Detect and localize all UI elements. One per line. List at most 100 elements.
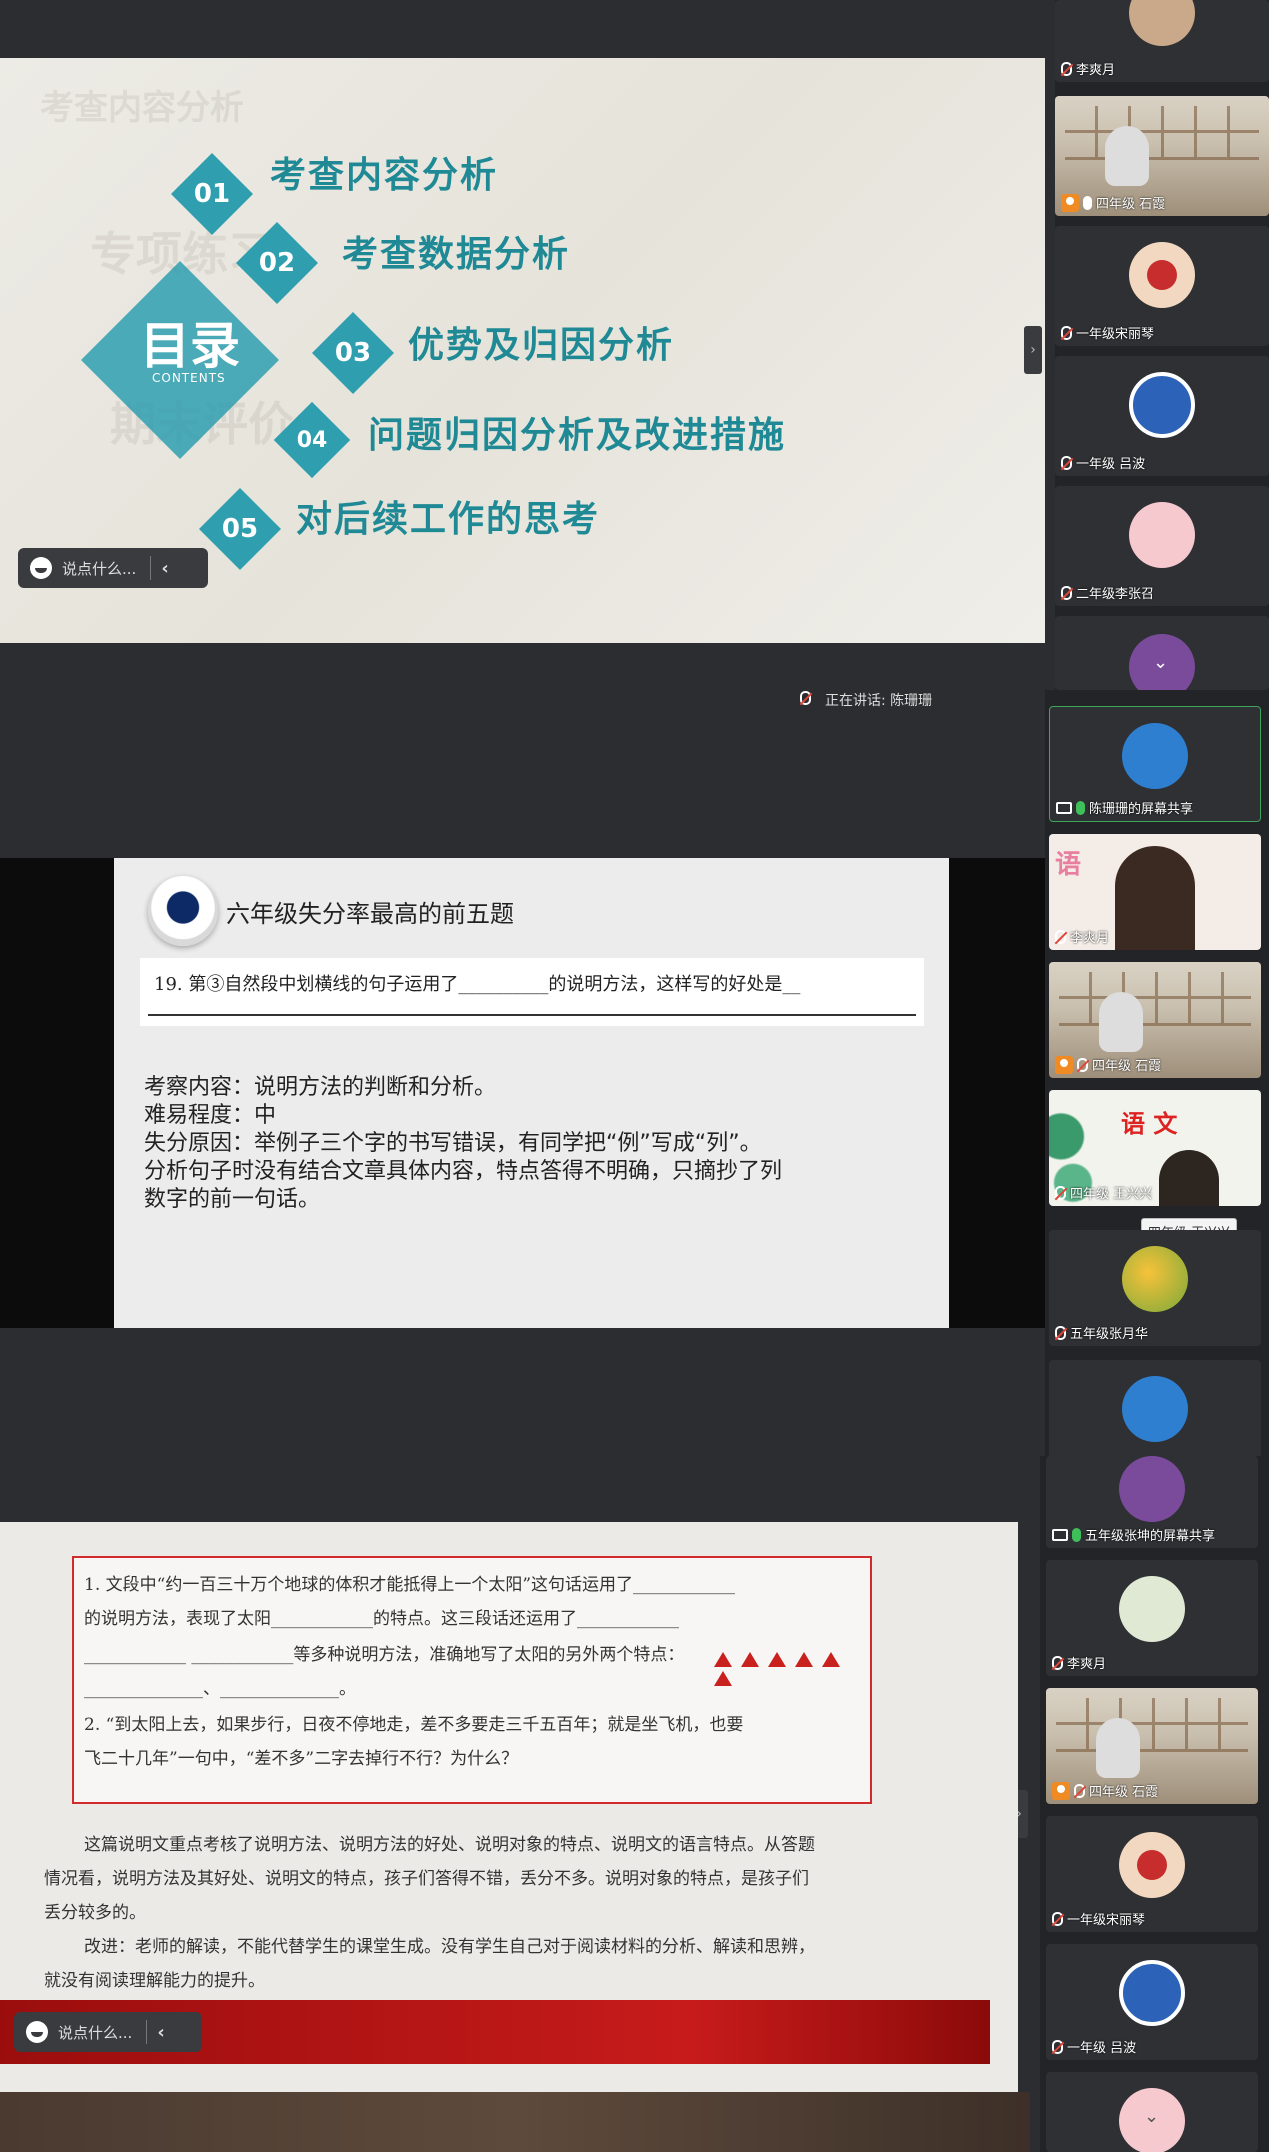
analysis-text: 考察内容：说明方法的判断和分析。 难易程度：中 失分原因：举例子三个字的书写错误…: [144, 1074, 924, 1214]
avatar: [1122, 723, 1188, 789]
decorative-circle-icon: [148, 876, 218, 946]
toc-item-3-diamond: 03: [311, 311, 395, 395]
person-silhouette: [1096, 1718, 1140, 1778]
participant-tile[interactable]: 一年级宋丽琴: [1055, 226, 1269, 346]
participant-name: 李爽月: [1067, 1657, 1107, 1672]
triangle-icon: [714, 1652, 732, 1667]
analysis-line: 数字的前一句话。: [144, 1187, 321, 1212]
participant-tile[interactable]: 四年级 石霞: [1046, 1688, 1258, 1804]
mic-muted-icon: [1077, 1057, 1088, 1072]
person-camera: [1159, 1150, 1219, 1206]
participant-tile-partial[interactable]: ⌄: [1055, 616, 1269, 690]
answer-line: [148, 1014, 916, 1016]
slide-title: 六年级失分率最高的前五题: [226, 900, 514, 928]
question-box: 1. 文段中“约一百三十万个地球的体积才能抵得上一个太阳”这句话运用了_____…: [72, 1556, 872, 1804]
emoji-icon[interactable]: [30, 557, 52, 579]
shared-slide-question: 六年级失分率最高的前五题 19. 第③自然段中划横线的句子运用了________…: [114, 858, 949, 1328]
mic-muted-icon: [1052, 1655, 1063, 1670]
avatar: [1119, 1832, 1185, 1898]
participant-tile[interactable]: 语 李爽月: [1049, 834, 1261, 950]
participant-tile[interactable]: 五年级张月华: [1049, 1230, 1261, 1346]
speaking-indicator: 正在讲话: 陈珊珊: [800, 690, 932, 710]
mic-muted-icon: [1061, 585, 1072, 600]
triangle-icon: [714, 1671, 732, 1686]
avatar: [1119, 1456, 1185, 1522]
mic-icon: [1076, 800, 1085, 815]
host-icon: [1055, 1055, 1073, 1074]
mic-muted-icon: [1055, 929, 1066, 944]
triangle-icon: [768, 1652, 786, 1667]
participant-tile-active[interactable]: 陈珊珊的屏幕共享: [1049, 706, 1261, 822]
chevron-left-icon[interactable]: ‹: [157, 2022, 164, 2043]
participant-tile[interactable]: [1049, 1360, 1261, 1470]
meeting-panel-1: 考查内容分析 专项练习 期末评价 目录 CONTENTS 01 考查内容分析 0…: [0, 0, 1045, 690]
participant-tile[interactable]: 李爽月: [1046, 1560, 1258, 1676]
toc-item-1-diamond: 01: [170, 152, 254, 236]
participant-tile[interactable]: 四年级 石霞: [1055, 96, 1269, 216]
chevron-left-icon[interactable]: ‹: [161, 558, 168, 579]
chat-input-bar[interactable]: 说点什么... ‹: [18, 548, 208, 588]
participant-tile-partial[interactable]: ⌄: [1046, 2072, 1258, 2152]
participant-name: 一年级宋丽琴: [1067, 1913, 1146, 1928]
chat-placeholder[interactable]: 说点什么...: [62, 558, 136, 579]
toc-item-3: 优势及归因分析: [408, 325, 675, 366]
person-camera: [1115, 846, 1195, 950]
participant-tile[interactable]: 一年级 吕波: [1055, 356, 1269, 476]
participant-tile-active[interactable]: 五年级张坤的屏幕共享: [1046, 1456, 1258, 1548]
triangle-icon: [822, 1652, 840, 1667]
participant-tile[interactable]: 李爽月: [1055, 0, 1269, 82]
toc-item-1: 考查内容分析: [270, 155, 499, 196]
question-text: 19. 第③自然段中划横线的句子运用了__________的说明方法，这样写的好…: [154, 974, 801, 995]
question-line: 2. “到太阳上去，如果步行，日夜不停地走，差不多要走三千五百年；就是坐飞机，也…: [84, 1715, 744, 1735]
triangle-icon: [741, 1652, 759, 1667]
emoji-icon[interactable]: [26, 2021, 48, 2043]
participant-tile[interactable]: 一年级 吕波: [1046, 1944, 1258, 2060]
participant-tile[interactable]: 语 文 四年级 王兴兴: [1049, 1090, 1261, 1206]
question-line: 飞二十几年”一句中，“差不多”二字去掉行不行？为什么？: [84, 1749, 519, 1769]
mic-muted-icon: [1074, 1783, 1085, 1798]
participant-name: 李爽月: [1076, 63, 1116, 78]
chevron-down-icon[interactable]: ⌄: [1153, 652, 1168, 673]
mic-muted-icon: [1061, 61, 1072, 76]
participant-tile[interactable]: 四年级 石霞: [1049, 962, 1261, 1078]
question-box: 19. 第③自然段中划横线的句子运用了__________的说明方法，这样写的好…: [140, 958, 924, 1026]
contents-title: 目录: [140, 316, 240, 375]
mic-muted-icon: [1061, 455, 1072, 470]
chat-input-bar[interactable]: 说点什么... ‹: [14, 2012, 202, 2052]
toc-item-2-diamond: 02: [235, 221, 319, 305]
screen-share-icon: [1056, 801, 1072, 814]
mic-muted-icon: [1061, 325, 1072, 340]
participant-name: 四年级 石霞: [1092, 1059, 1162, 1074]
avatar: [1119, 1960, 1185, 2026]
slide-black-right: [949, 858, 1045, 1328]
participant-name: 一年级 吕波: [1076, 457, 1146, 472]
analysis-line: 失分原因：举例子三个字的书写错误，有同学把“例”写成“列”。: [144, 1131, 762, 1156]
mic-muted-icon: [1055, 1185, 1066, 1200]
participant-name: 一年级宋丽琴: [1076, 327, 1155, 342]
toc-item-5: 对后续工作的思考: [296, 499, 601, 540]
speaking-label: 正在讲话: 陈珊珊: [825, 693, 933, 709]
avatar: [1129, 242, 1195, 308]
triangle-icon: [795, 1652, 813, 1667]
participant-tile[interactable]: 一年级宋丽琴: [1046, 1816, 1258, 1932]
participant-name: 四年级 石霞: [1089, 1785, 1159, 1800]
participant-sidebar-1: 李爽月 四年级 石霞 一年级宋丽琴 一年级 吕波 二年级李张召 ⌄: [1055, 0, 1269, 690]
collapse-sidebar-handle[interactable]: ›: [1024, 326, 1042, 374]
participant-name: 五年级张月华: [1070, 1327, 1149, 1342]
speaker-mic-icon: [800, 691, 811, 705]
divider: [146, 2020, 148, 2044]
analysis-paragraph: 改进：老师的解读，不能代替学生的课堂生成。没有学生自己对于阅读材料的分析、解读和…: [84, 1937, 815, 1957]
chevron-down-icon[interactable]: ⌄: [1144, 2106, 1159, 2127]
background-text: 语: [1055, 850, 1082, 880]
participant-tile[interactable]: 二年级李张召: [1055, 486, 1269, 606]
background-text: 语 文: [1121, 1109, 1178, 1138]
question-line: ______________、______________。: [84, 1679, 356, 1699]
mic-muted-icon: [1052, 1911, 1063, 1926]
avatar: [1129, 502, 1195, 568]
mic-muted-icon: [1055, 1325, 1066, 1340]
host-icon: [1052, 1781, 1070, 1800]
toc-item-2: 考查数据分析: [342, 234, 571, 275]
participant-name: 一年级 吕波: [1067, 2041, 1137, 2056]
person-silhouette: [1099, 992, 1143, 1052]
chat-placeholder[interactable]: 说点什么...: [58, 2022, 132, 2043]
